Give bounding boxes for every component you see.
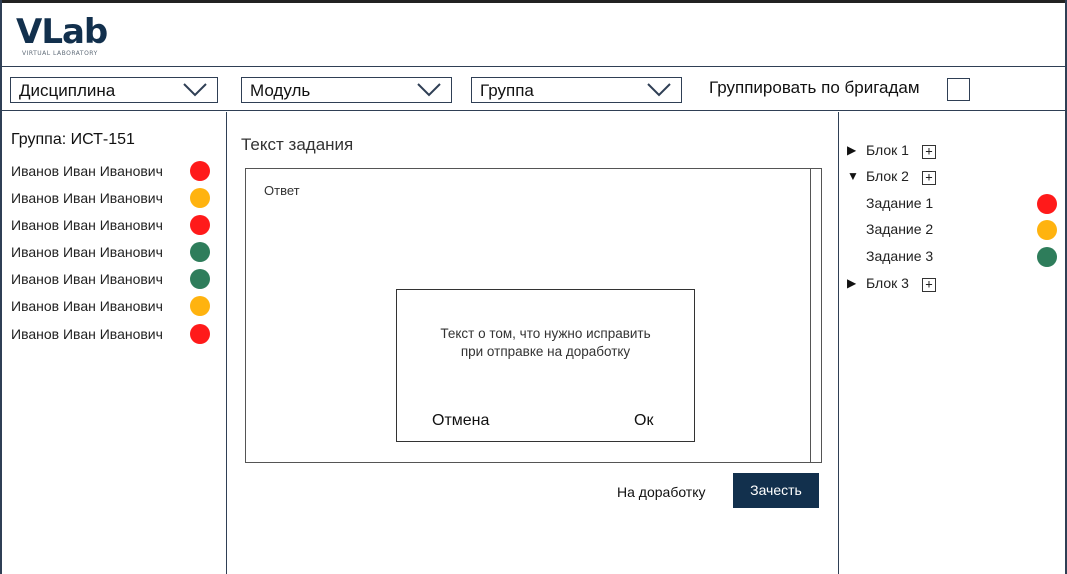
module-select[interactable]: Модуль — [241, 77, 452, 103]
student-item[interactable]: Иванов Иван Иванович — [11, 161, 216, 183]
status-dot-icon — [190, 242, 210, 262]
tree-block-1[interactable]: ▶ Блок 1 + — [847, 141, 957, 161]
module-select-label: Модуль — [250, 81, 311, 100]
filter-bar: Дисциплина Модуль Группа Группировать по… — [0, 68, 1067, 111]
status-dot-icon — [1037, 247, 1057, 267]
status-dot-icon — [190, 161, 210, 181]
tree-block-label: Блок 1 — [866, 142, 909, 158]
dialog-message-line: Текст о том, что нужно исправить — [440, 326, 651, 341]
group-select[interactable]: Группа — [471, 77, 682, 103]
group-by-brigades-checkbox[interactable] — [947, 78, 970, 101]
tree-task-item[interactable]: Задание 3 — [866, 246, 1061, 268]
ok-button[interactable]: Ок — [634, 412, 653, 430]
status-dot-icon — [1037, 220, 1057, 240]
status-dot-icon — [190, 215, 210, 235]
tree-task-label: Задание 1 — [866, 195, 934, 211]
student-item[interactable]: Иванов Иван Иванович — [11, 269, 216, 291]
student-name: Иванов Иван Иванович — [11, 217, 163, 233]
collapse-arrow-icon: ▼ — [847, 169, 859, 183]
group-by-brigades-label: Группировать по бригадам — [709, 78, 920, 97]
student-name: Иванов Иван Иванович — [11, 163, 163, 179]
status-dot-icon — [190, 188, 210, 208]
student-item[interactable]: Иванов Иван Иванович — [11, 296, 216, 318]
discipline-select-label: Дисциплина — [19, 81, 116, 100]
answer-label: Ответ — [264, 183, 300, 198]
add-plus-icon[interactable]: + — [922, 145, 936, 159]
status-dot-icon — [190, 324, 210, 344]
expand-arrow-icon: ▶ — [847, 276, 857, 290]
send-for-revision-button[interactable]: На доработку — [617, 484, 706, 500]
student-item[interactable]: Иванов Иван Иванович — [11, 188, 216, 210]
expand-arrow-icon: ▶ — [847, 143, 857, 157]
task-text-title: Текст задания — [241, 135, 354, 154]
revision-dialog: Текст о том, что нужно исправить при отп… — [396, 289, 695, 442]
cancel-button[interactable]: Отмена — [432, 412, 489, 430]
accept-button[interactable]: Зачесть — [733, 473, 819, 508]
tree-task-item[interactable]: Задание 2 — [866, 219, 1061, 241]
status-dot-icon — [190, 296, 210, 316]
students-panel: Группа: ИСТ-151 Иванов Иван Иванович Ива… — [2, 112, 227, 574]
chevron-down-icon — [183, 83, 207, 97]
chevron-down-icon — [417, 83, 441, 97]
student-item[interactable]: Иванов Иван Иванович — [11, 324, 216, 346]
student-name: Иванов Иван Иванович — [11, 271, 163, 287]
task-panel: Текст задания Ответ Текст о том, что нуж… — [228, 112, 838, 574]
tree-block-label: Блок 2 — [866, 168, 909, 184]
tree-task-label: Задание 3 — [866, 248, 934, 264]
chevron-down-icon — [647, 83, 671, 97]
status-dot-icon — [1037, 194, 1057, 214]
discipline-select[interactable]: Дисциплина — [10, 77, 218, 103]
group-select-label: Группа — [480, 81, 534, 100]
dialog-message-line: при отправке на доработку — [460, 344, 631, 359]
answer-scrollbar[interactable] — [809, 169, 811, 462]
app-header: VLab VIRTUAL LABORATORY — [0, 3, 1067, 67]
task-tree-panel: ▶ Блок 1 + ▼ Блок 2 + Задание 1 Задание … — [838, 112, 1065, 574]
logo-subtitle: VIRTUAL LABORATORY — [22, 50, 98, 57]
student-item[interactable]: Иванов Иван Иванович — [11, 242, 216, 264]
add-plus-icon[interactable]: + — [922, 278, 936, 292]
student-item[interactable]: Иванов Иван Иванович — [11, 215, 216, 237]
student-name: Иванов Иван Иванович — [11, 190, 163, 206]
status-dot-icon — [190, 269, 210, 289]
student-name: Иванов Иван Иванович — [11, 326, 163, 342]
vlab-logo[interactable]: VLab VIRTUAL LABORATORY — [16, 12, 108, 57]
tree-task-item[interactable]: Задание 1 — [866, 193, 1061, 215]
tree-block-label: Блок 3 — [866, 275, 909, 291]
dialog-message: Текст о том, что нужно исправить при отп… — [397, 325, 694, 361]
tree-block-3[interactable]: ▶ Блок 3 + — [847, 274, 957, 294]
answer-area[interactable]: Ответ Текст о том, что нужно исправить п… — [245, 168, 822, 463]
logo-text: VLab — [16, 12, 108, 52]
tree-block-2[interactable]: ▼ Блок 2 + — [847, 167, 957, 187]
student-name: Иванов Иван Иванович — [11, 244, 163, 260]
add-plus-icon[interactable]: + — [922, 171, 936, 185]
student-name: Иванов Иван Иванович — [11, 298, 163, 314]
tree-task-label: Задание 2 — [866, 221, 934, 237]
group-title: Группа: ИСТ-151 — [11, 131, 135, 148]
